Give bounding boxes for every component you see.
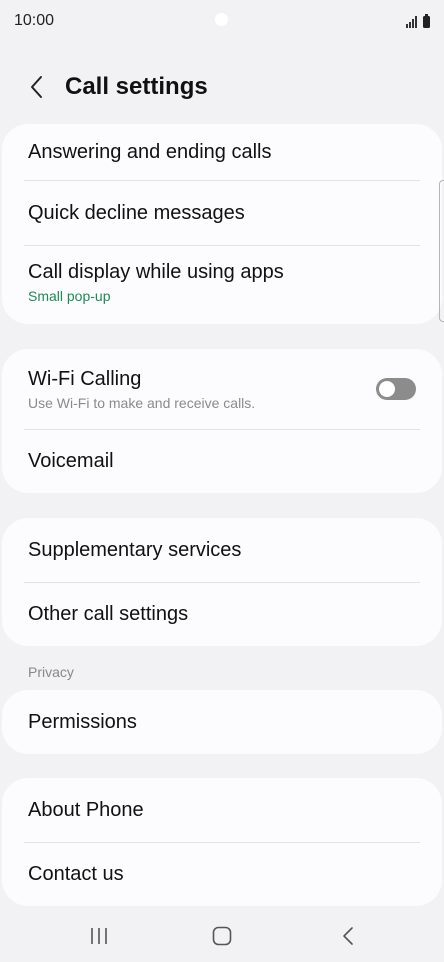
signal-icon [406,16,417,28]
other-call-settings-item[interactable]: Other call settings [2,583,442,646]
wifi-calling-toggle[interactable] [376,378,416,400]
answering-ending-calls-item[interactable]: Answering and ending calls [2,124,442,180]
wifi-card: Wi-Fi Calling Use Wi-Fi to make and rece… [2,349,442,493]
nav-back-button[interactable] [328,922,368,950]
scrollbar[interactable] [439,180,444,322]
status-icons [406,12,430,28]
permissions-card: Permissions [2,690,442,754]
wifi-calling-item[interactable]: Wi-Fi Calling Use Wi-Fi to make and rece… [2,349,442,429]
contact-us-item[interactable]: Contact us [2,843,442,906]
home-button[interactable] [202,922,242,950]
item-title: Call display while using apps [28,260,284,283]
battery-icon [423,14,430,28]
call-display-item[interactable]: Call display while using apps Small pop-… [2,246,442,324]
back-icon [343,927,353,945]
services-card: Supplementary services Other call settin… [2,518,442,646]
home-icon [212,926,232,946]
app-header: Call settings [0,62,444,114]
quick-decline-messages-item[interactable]: Quick decline messages [2,181,442,245]
voicemail-item[interactable]: Voicemail [2,430,442,493]
permissions-item[interactable]: Permissions [2,690,442,754]
calls-card: Answering and ending calls Quick decline… [2,124,442,324]
status-time: 10:00 [14,12,55,29]
item-title: Permissions [28,710,137,733]
item-title: Contact us [28,863,124,885]
privacy-section-header: Privacy [28,664,74,680]
camera-cutout [215,13,228,26]
item-title: Voicemail [28,450,114,472]
item-title: About Phone [28,798,144,821]
navigation-bar [0,910,444,962]
item-title: Supplementary services [28,538,242,561]
item-subtitle: Small pop-up [28,287,111,304]
about-card: About Phone Contact us [2,778,442,906]
item-title: Answering and ending calls [28,140,272,163]
supplementary-services-item[interactable]: Supplementary services [2,518,442,582]
chevron-left-icon [31,76,42,98]
recents-button[interactable] [79,922,119,950]
status-bar: 10:00 [0,0,444,42]
back-button[interactable] [22,72,52,102]
item-title: Quick decline messages [28,201,245,224]
recents-icon [91,928,107,944]
item-title: Other call settings [28,603,189,625]
page-title: Call settings [65,73,208,100]
about-phone-item[interactable]: About Phone [2,778,442,842]
toggle-knob [379,381,395,397]
